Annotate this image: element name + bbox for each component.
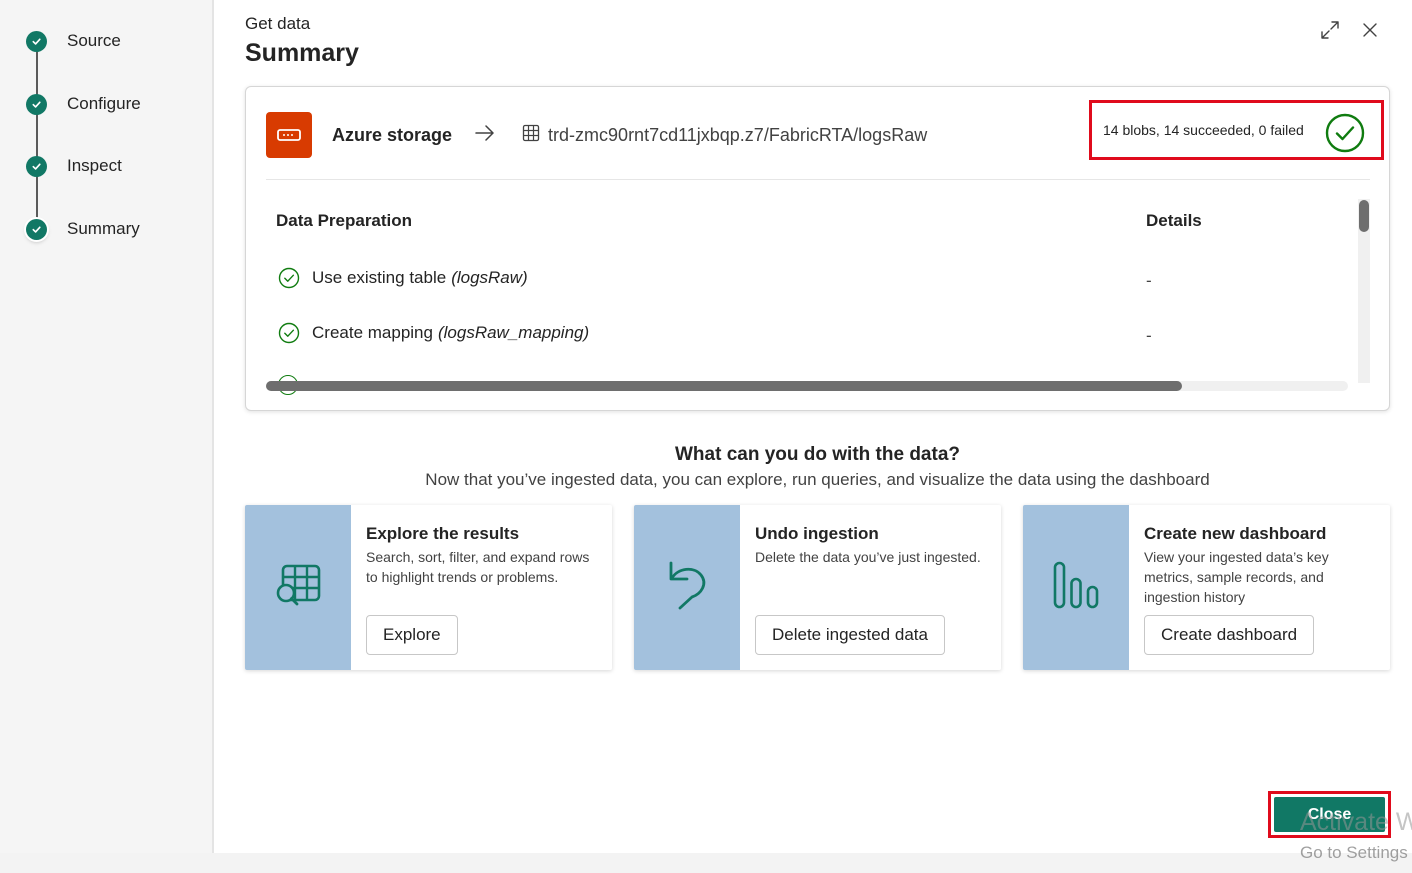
- prep-row: Use existing table (logsRaw): [278, 267, 528, 289]
- step-source[interactable]: Source: [26, 29, 121, 53]
- undo-icon: [661, 557, 713, 618]
- wizard-sidebar: Source Configure Inspect Summary: [0, 0, 214, 853]
- step-label: Configure: [67, 94, 141, 113]
- card-illustration: [245, 505, 351, 670]
- card-illustration: [634, 505, 740, 670]
- prep-details: -: [1146, 326, 1152, 345]
- prep-target: (logsRaw): [451, 268, 528, 287]
- step-label: Summary: [67, 219, 140, 238]
- table-search-icon: [272, 559, 324, 616]
- prep-row: Create mapping (logsRaw_mapping): [278, 322, 589, 344]
- explore-button[interactable]: Explore: [366, 615, 458, 655]
- window-bottom-strip: [0, 853, 1412, 873]
- undo-ingestion-card: Undo ingestion Delete the data you’ve ju…: [634, 505, 1001, 670]
- bar-chart-icon: [1051, 559, 1101, 616]
- expand-icon[interactable]: [1318, 18, 1342, 42]
- card-title: Explore the results: [366, 524, 520, 543]
- source-name: Azure storage: [332, 124, 453, 145]
- card-illustration: [1023, 505, 1129, 670]
- prep-details: -: [1146, 271, 1152, 290]
- card-description: View your ingested data’s key metrics, s…: [1144, 549, 1329, 605]
- column-header-prep: Data Preparation: [276, 211, 413, 230]
- explore-card: Explore the results Search, sort, filter…: [245, 505, 612, 670]
- step-summary[interactable]: Summary: [26, 217, 140, 241]
- success-check-icon: [1325, 113, 1365, 158]
- step-configure[interactable]: Configure: [26, 92, 141, 116]
- step-label: Inspect: [67, 156, 122, 175]
- create-dashboard-button[interactable]: Create dashboard: [1144, 615, 1315, 655]
- check-icon: [26, 218, 47, 240]
- table-icon: [522, 124, 540, 147]
- vertical-scrollbar[interactable]: [1359, 200, 1369, 232]
- check-icon: [26, 93, 47, 115]
- success-check-icon: [278, 267, 300, 289]
- next-steps-title: What can you do with the data?: [675, 444, 960, 465]
- check-icon: [26, 155, 47, 177]
- horizontal-scrollbar[interactable]: [266, 381, 1182, 391]
- ingestion-status-highlight: 14 blobs, 14 succeeded, 0 failed: [1089, 100, 1384, 160]
- azure-storage-icon: [266, 112, 312, 158]
- dialog-subtitle: Get data: [245, 14, 311, 33]
- close-button[interactable]: Close: [1274, 797, 1385, 832]
- check-icon: [26, 30, 47, 52]
- card-description: Search, sort, filter, and expand rows to…: [366, 549, 590, 585]
- card-title: Create new dashboard: [1144, 524, 1327, 543]
- prep-action: Use existing table: [312, 268, 447, 287]
- steps-connector: [36, 42, 38, 228]
- ingestion-status: 14 blobs, 14 succeeded, 0 failed: [1103, 122, 1304, 138]
- source-destination-row: Azure storage trd-zmc90rnt7cd11jxbqp.z7/…: [266, 112, 927, 158]
- close-icon[interactable]: [1358, 18, 1382, 42]
- ingestion-summary-card: Azure storage trd-zmc90rnt7cd11jxbqp.z7/…: [245, 86, 1390, 411]
- page-title: Summary: [245, 39, 359, 67]
- arrow-right-icon: [474, 124, 496, 147]
- delete-ingested-data-button[interactable]: Delete ingested data: [755, 615, 945, 655]
- step-inspect[interactable]: Inspect: [26, 154, 122, 178]
- step-label: Source: [67, 31, 121, 50]
- create-dashboard-card: Create new dashboard View your ingested …: [1023, 505, 1390, 670]
- prep-target: (logsRaw_mapping): [437, 323, 590, 342]
- next-steps-subtitle: Now that you’ve ingested data, you can e…: [425, 470, 1210, 489]
- prep-action: Create mapping: [312, 323, 433, 342]
- divider: [266, 179, 1370, 180]
- success-check-icon: [278, 322, 300, 344]
- card-description: Delete the data you’ve just ingested.: [755, 549, 981, 565]
- card-title: Undo ingestion: [755, 524, 879, 543]
- destination-path: trd-zmc90rnt7cd11jxbqp.z7/FabricRTA/logs…: [548, 124, 928, 145]
- column-header-details: Details: [1146, 211, 1202, 230]
